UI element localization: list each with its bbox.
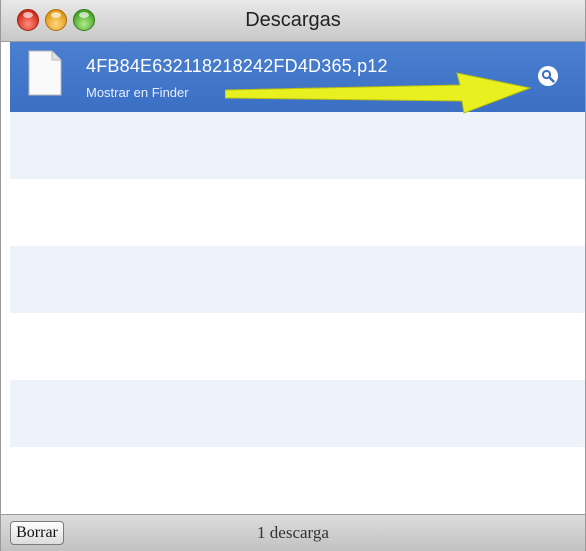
close-button[interactable]: [17, 9, 39, 31]
downloads-list[interactable]: 4FB84E632118218242FD4D365.p12 Mostrar en…: [10, 42, 585, 514]
downloads-window: Descargas 4FB84E632118218242FD4D365.p12 …: [0, 0, 586, 551]
clear-button[interactable]: Borrar: [10, 521, 64, 545]
download-count: 1 descarga: [257, 523, 329, 542]
status-bar: 1 descarga Borrar: [1, 514, 585, 551]
reveal-in-finder-button[interactable]: [538, 66, 558, 86]
list-stripe: [10, 380, 585, 447]
list-stripe: [10, 112, 585, 179]
document-icon: [28, 50, 62, 96]
zoom-button[interactable]: [73, 9, 95, 31]
list-stripe: [10, 246, 585, 313]
title-bar[interactable]: Descargas: [1, 0, 585, 42]
magnifier-icon: [541, 69, 555, 83]
annotation-arrow-icon: [225, 72, 532, 114]
show-in-finder-label[interactable]: Mostrar en Finder: [86, 85, 189, 100]
minimize-button[interactable]: [45, 9, 67, 31]
